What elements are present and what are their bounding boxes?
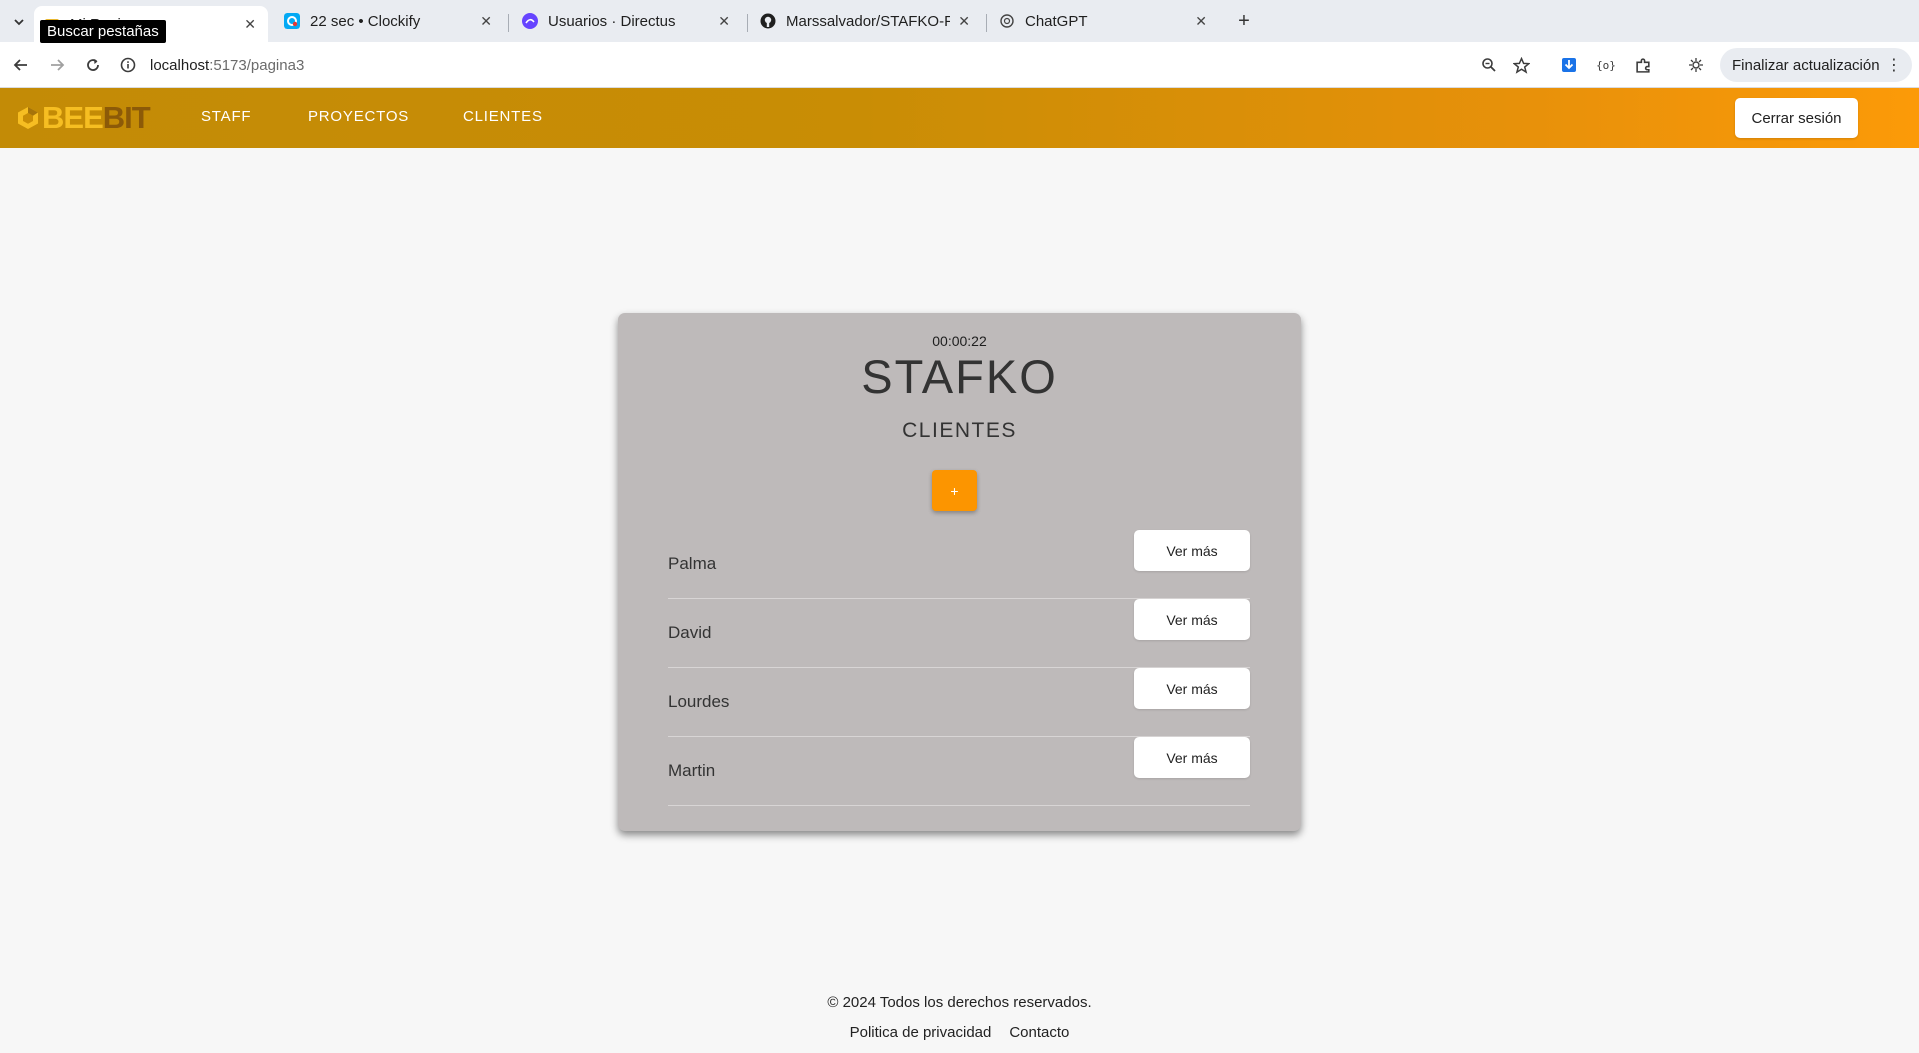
tab-title: Marssalvador/STAFKO-F xyxy=(786,12,951,30)
browser-tab-strip: Mi Regi ✕ Buscar pestañas 22 sec • Clock… xyxy=(0,0,1919,43)
browser-toolbar: localhost :5173/pagina3 {o} Finalizar ac… xyxy=(0,42,1919,88)
chevron-down-icon xyxy=(14,19,24,26)
arrow-left-icon xyxy=(13,59,27,71)
forward-button[interactable] xyxy=(44,52,70,78)
close-icon[interactable]: ✕ xyxy=(1195,13,1207,30)
client-name: David xyxy=(668,623,712,642)
more-vertical-icon[interactable]: ⋮ xyxy=(1886,55,1902,75)
tab-separator xyxy=(508,14,509,32)
logo-bit-text: BIT xyxy=(102,100,151,135)
logo-bee-text: BEE xyxy=(42,100,104,135)
tab-title: 22 sec • Clockify xyxy=(310,12,421,30)
section-title: CLIENTES xyxy=(902,419,1017,442)
reload-icon xyxy=(87,59,99,71)
tab-search-button[interactable] xyxy=(6,10,32,34)
view-more-button[interactable]: Ver más xyxy=(1134,668,1250,709)
tab-search-tooltip: Buscar pestañas xyxy=(40,20,166,43)
nav-link-staff[interactable]: STAFF xyxy=(201,108,251,125)
tab-clockify[interactable]: 22 sec • Clockify ✕ xyxy=(274,6,504,36)
close-icon[interactable]: ✕ xyxy=(244,16,256,33)
client-name: Martin xyxy=(668,761,716,780)
download-icon[interactable] xyxy=(1556,52,1582,78)
list-item: Martin Ver más xyxy=(668,737,1250,806)
update-label: Finalizar actualización xyxy=(1732,56,1880,74)
tab-github[interactable]: Marssalvador/STAFKO-F ✕ xyxy=(750,6,982,36)
tab-chatgpt[interactable]: ChatGPT ✕ xyxy=(989,6,1219,36)
tab-separator xyxy=(747,14,748,32)
view-more-button[interactable]: Ver más xyxy=(1134,599,1250,640)
tab-directus[interactable]: Usuarios · Directus ✕ xyxy=(512,6,742,36)
privacy-policy-link[interactable]: Politica de privacidad xyxy=(850,1024,992,1041)
list-item: Lourdes Ver más xyxy=(668,668,1250,737)
url-path: :5173/pagina3 xyxy=(209,56,305,74)
tab-separator xyxy=(986,14,987,32)
close-icon[interactable]: ✕ xyxy=(958,13,970,30)
update-chrome-button[interactable]: Finalizar actualización ⋮ xyxy=(1720,48,1912,82)
client-name: Palma xyxy=(668,554,717,573)
github-favicon-icon xyxy=(760,13,776,29)
arrow-right-icon xyxy=(51,59,65,71)
add-client-button[interactable]: + xyxy=(932,470,977,511)
tab-title: Usuarios · Directus xyxy=(548,12,676,30)
clockify-favicon-icon xyxy=(284,13,300,29)
clients-card: 00:00:22 STAFKO CLIENTES + Palma Ver más… xyxy=(618,313,1301,831)
app-navbar: BEEBIT STAFF PROYECTOS CLIENTES Cerrar s… xyxy=(0,88,1919,148)
directus-favicon-icon xyxy=(522,13,538,29)
view-more-button[interactable]: Ver más xyxy=(1134,737,1250,778)
back-button[interactable] xyxy=(8,52,34,78)
client-list: Palma Ver más David Ver más Lourdes Ver … xyxy=(668,530,1250,806)
hexagon-logo-icon xyxy=(18,107,38,129)
url-host: localhost xyxy=(150,56,210,74)
beebit-logo[interactable]: BEEBIT xyxy=(16,100,151,135)
bookmark-star-icon[interactable] xyxy=(1508,52,1534,78)
tab-title: ChatGPT xyxy=(1025,12,1088,30)
close-icon[interactable]: ✕ xyxy=(718,13,730,30)
chatgpt-favicon-icon xyxy=(1000,14,1014,28)
footer-copyright: © 2024 Todos los derechos reservados. xyxy=(827,994,1092,1011)
session-timer: 00:00:22 xyxy=(932,333,987,349)
view-more-button[interactable]: Ver más xyxy=(1134,530,1250,571)
zoom-icon[interactable] xyxy=(1476,52,1502,78)
extensions-puzzle-icon[interactable] xyxy=(1630,52,1656,78)
contact-link[interactable]: Contacto xyxy=(1009,1024,1069,1041)
reload-button[interactable] xyxy=(80,52,106,78)
close-icon[interactable]: ✕ xyxy=(480,13,492,30)
new-tab-button[interactable]: + xyxy=(1232,8,1256,34)
nav-link-clientes[interactable]: CLIENTES xyxy=(463,108,543,125)
logout-button[interactable]: Cerrar sesión xyxy=(1735,98,1858,138)
address-bar[interactable]: localhost :5173/pagina3 xyxy=(118,48,1518,82)
footer-links: Politica de privacidad Contacto xyxy=(0,1024,1919,1041)
list-item: David Ver más xyxy=(668,599,1250,668)
list-item: Palma Ver más xyxy=(668,530,1250,599)
site-info-icon[interactable] xyxy=(118,55,138,75)
extension-code-icon[interactable]: {o} xyxy=(1593,52,1619,78)
nav-link-proyectos[interactable]: PROYECTOS xyxy=(308,108,409,125)
sidebar-panel-icon[interactable] xyxy=(1683,52,1709,78)
app-title: STAFKO xyxy=(861,350,1058,403)
client-name: Lourdes xyxy=(668,692,730,711)
